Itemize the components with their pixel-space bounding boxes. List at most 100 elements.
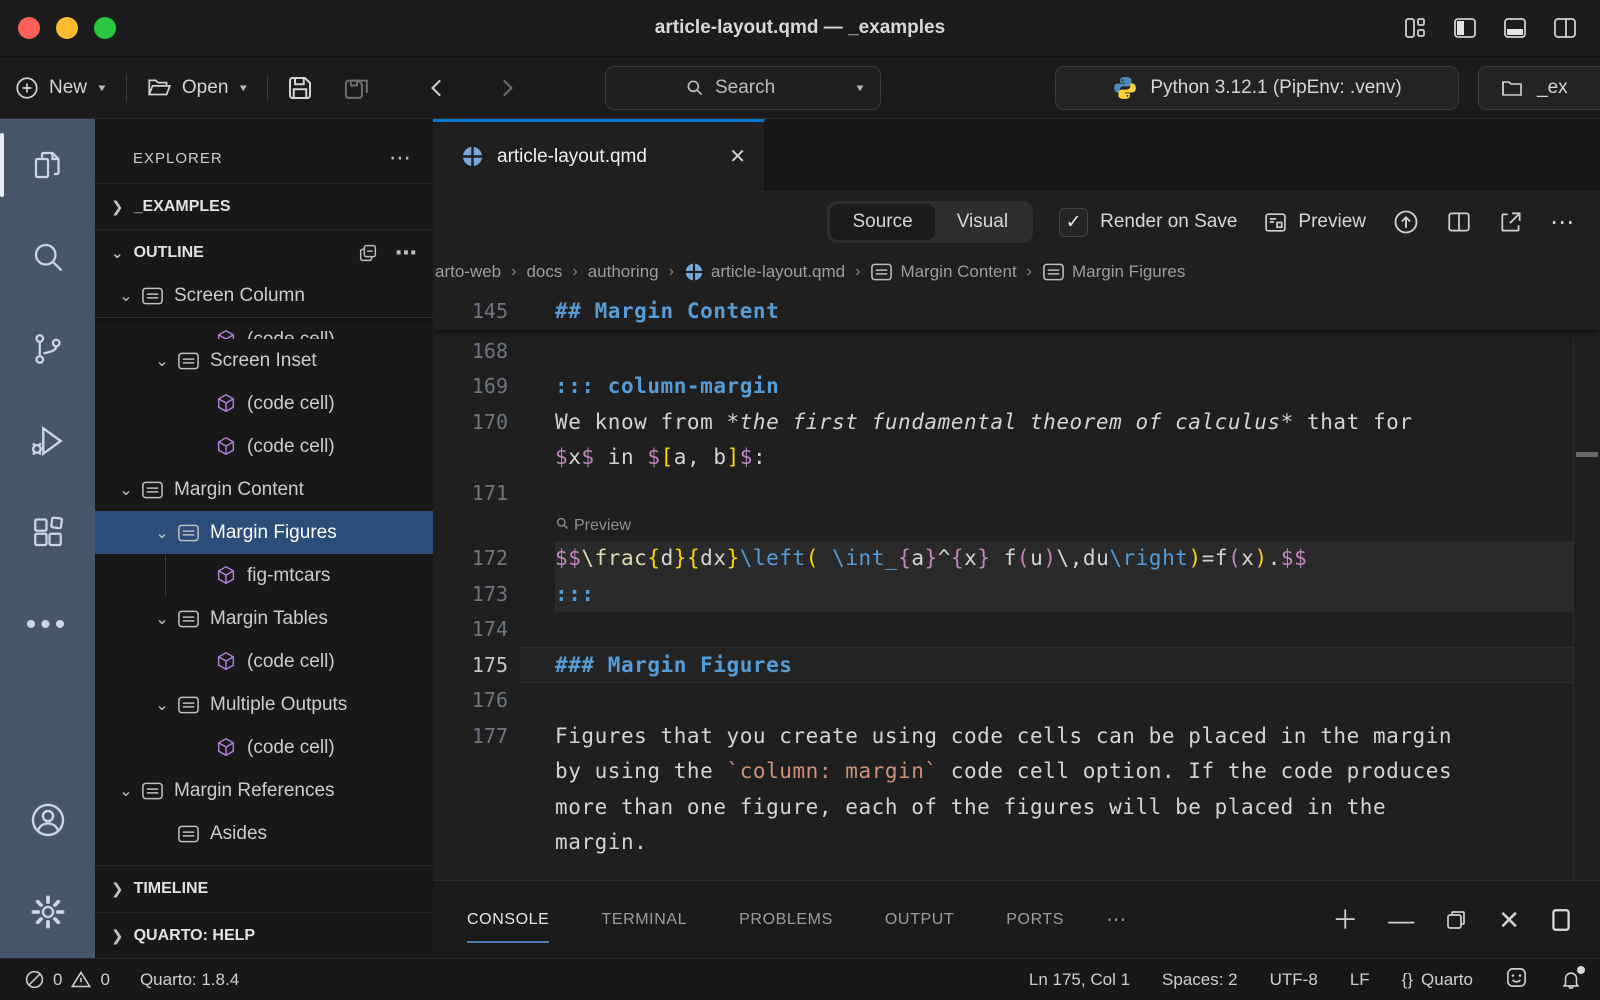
customize-layout-icon[interactable] [1402,15,1428,41]
sidebar-item-source-control[interactable] [0,303,95,395]
encoding-status[interactable]: UTF-8 [1270,970,1318,990]
outline-item--code-cell-[interactable]: (code cell) [95,318,433,339]
navigate-forward-button[interactable] [480,75,532,101]
toggle-right-sidebar-icon[interactable] [1552,15,1578,41]
code-line-173[interactable]: 173::: [433,576,1600,612]
navigate-back-button[interactable] [412,75,464,101]
breadcrumb-item[interactable]: authoring [588,262,659,282]
code-line-wrap[interactable]: more than one figure, each of the figure… [433,789,1600,825]
notifications-button[interactable] [1560,968,1582,991]
editor-more-actions[interactable]: ⋯ [1550,208,1576,237]
code-line-175[interactable]: 175### Margin Figures [433,647,1600,683]
section-timeline[interactable]: ❯ TIMELINE [95,866,433,912]
open-button[interactable]: Open▼ [131,75,263,101]
restore-panel-button[interactable] [1444,908,1468,932]
code-line-170[interactable]: 170We know from *the first fundamental t… [433,404,1600,440]
close-panel-button[interactable]: ✕ [1498,907,1520,933]
code-line-wrap[interactable]: by using the `column: margin` code cell … [433,754,1600,790]
close-tab-icon[interactable]: ✕ [729,144,746,169]
save-button[interactable] [272,73,328,103]
global-search-input[interactable]: Search ▼ [605,66,881,110]
math-preview-toggle[interactable]: Preview [433,511,1600,541]
render-on-save-checkbox[interactable]: ✓ Render on Save [1059,208,1237,237]
settings-button[interactable] [0,866,95,958]
outline-item-margin-figures[interactable]: ⌄Margin Figures [95,511,433,554]
explorer-more-actions[interactable]: ⋯ [389,145,413,171]
new-button[interactable]: New▼ [0,75,122,101]
minimize-window-button[interactable] [56,17,78,39]
outline-item--code-cell-[interactable]: (code cell) [95,726,433,769]
code-line-174[interactable]: 174 [433,612,1600,648]
code-line-169[interactable]: 169::: column-margin [433,369,1600,405]
code-line-wrap[interactable]: margin. [433,825,1600,861]
sidebar-item-search[interactable] [0,211,95,303]
toggle-source[interactable]: Source [830,204,934,240]
panel-more-tabs[interactable]: ⋯ [1106,907,1128,932]
breadcrumb-item[interactable]: arto-web [435,262,501,282]
sidebar-more-actions[interactable]: ••• [0,579,95,671]
toggle-left-sidebar-icon[interactable] [1452,15,1478,41]
split-editor-button[interactable] [1446,209,1472,235]
section-outline[interactable]: ⌄ OUTLINE ⋯ [95,229,433,275]
new-console-button[interactable]: ＋ [1332,907,1358,933]
workspace-folder-button[interactable]: _ex [1478,66,1600,110]
code-editor[interactable]: 145 ## Margin Content 168169::: column-m… [433,292,1600,880]
quarto-version-status[interactable]: Quarto: 1.8.4 [140,970,239,990]
code-line-wrap[interactable]: $x$ in $[a, b]$: [433,440,1600,476]
eol-status[interactable]: LF [1350,970,1370,990]
code-line-171[interactable]: 171 [433,475,1600,511]
search-dropdown-chevron-icon[interactable]: ▼ [854,82,866,93]
panel-tab-terminal[interactable]: TERMINAL [601,881,713,959]
toggle-bottom-panel-icon[interactable] [1502,15,1528,41]
sticky-scroll-line[interactable]: 145 ## Margin Content [433,292,1600,330]
breadcrumb-item[interactable]: docs [526,262,562,282]
outline-item-margin-content[interactable]: ⌄Margin Content [95,468,433,511]
minimize-panel-button[interactable]: — [1388,907,1414,933]
zoom-window-button[interactable] [94,17,116,39]
interpreter-selector-button[interactable]: Python 3.12.1 (PipEnv: .venv) [1055,66,1459,110]
panel-tab-console[interactable]: CONSOLE [467,881,575,959]
open-in-new-window-button[interactable] [1498,209,1524,235]
language-mode-status[interactable]: {} Quarto [1402,970,1473,990]
code-line-176[interactable]: 176 [433,683,1600,719]
indentation-status[interactable]: Spaces: 2 [1162,970,1238,990]
panel-tab-problems[interactable]: PROBLEMS [739,881,859,959]
panel-tab-output[interactable]: OUTPUT [885,881,980,959]
outline-item-screen-inset[interactable]: ⌄Screen Inset [95,339,433,382]
outline-item--code-cell-[interactable]: (code cell) [95,640,433,683]
code-line-177[interactable]: 177Figures that you create using code ce… [433,718,1600,754]
editor-scrollbar[interactable] [1573,292,1600,880]
save-all-button[interactable] [328,73,386,103]
breadcrumb-item[interactable]: article-layout.qmd [684,262,845,282]
outline-item--code-cell-[interactable]: (code cell) [95,382,433,425]
toggle-visual[interactable]: Visual [935,204,1030,240]
panel-tab-ports[interactable]: PORTS [1006,881,1090,959]
breadcrumb-item[interactable]: Margin Figures [1042,262,1185,282]
render-document-button[interactable] [1392,208,1420,236]
collapse-all-icon[interactable] [357,242,379,264]
panel-layout-button[interactable] [1550,907,1572,933]
code-line-172[interactable]: 172$$\frac{d}{dx}\left( \int_{a}^{x} f(u… [433,541,1600,577]
section-quarto-help[interactable]: ❯ QUARTO: HELP [95,912,433,958]
outline-item-asides[interactable]: Asides [95,812,433,855]
account-button[interactable] [0,774,95,866]
outline-item-margin-references[interactable]: ⌄Margin References [95,769,433,812]
sidebar-item-explorer[interactable] [0,119,95,211]
problems-status[interactable]: 0 0 [24,969,110,990]
feedback-button[interactable] [1505,966,1528,994]
outline-item-margin-tables[interactable]: ⌄Margin Tables [95,597,433,640]
sidebar-item-extensions[interactable] [0,487,95,579]
outline-item-screen-column[interactable]: ⌄Screen Column [95,275,433,318]
outline-more-actions[interactable]: ⋯ [395,240,419,266]
preview-button[interactable]: Preview [1263,210,1366,235]
close-window-button[interactable] [18,17,40,39]
cursor-position-status[interactable]: Ln 175, Col 1 [1029,970,1130,990]
sidebar-item-run-debug[interactable] [0,395,95,487]
tab-article-layout-qmd[interactable]: article-layout.qmd ✕ [433,119,765,191]
section-examples[interactable]: ❯ _EXAMPLES [95,183,433,229]
breadcrumb-item[interactable]: Margin Content [870,262,1016,282]
outline-item-fig-mtcars[interactable]: fig-mtcars [95,554,433,597]
outline-item-multiple-outputs[interactable]: ⌄Multiple Outputs [95,683,433,726]
outline-item--code-cell-[interactable]: (code cell) [95,425,433,468]
clipped-tree-row[interactable]: (code cell) [95,318,433,339]
